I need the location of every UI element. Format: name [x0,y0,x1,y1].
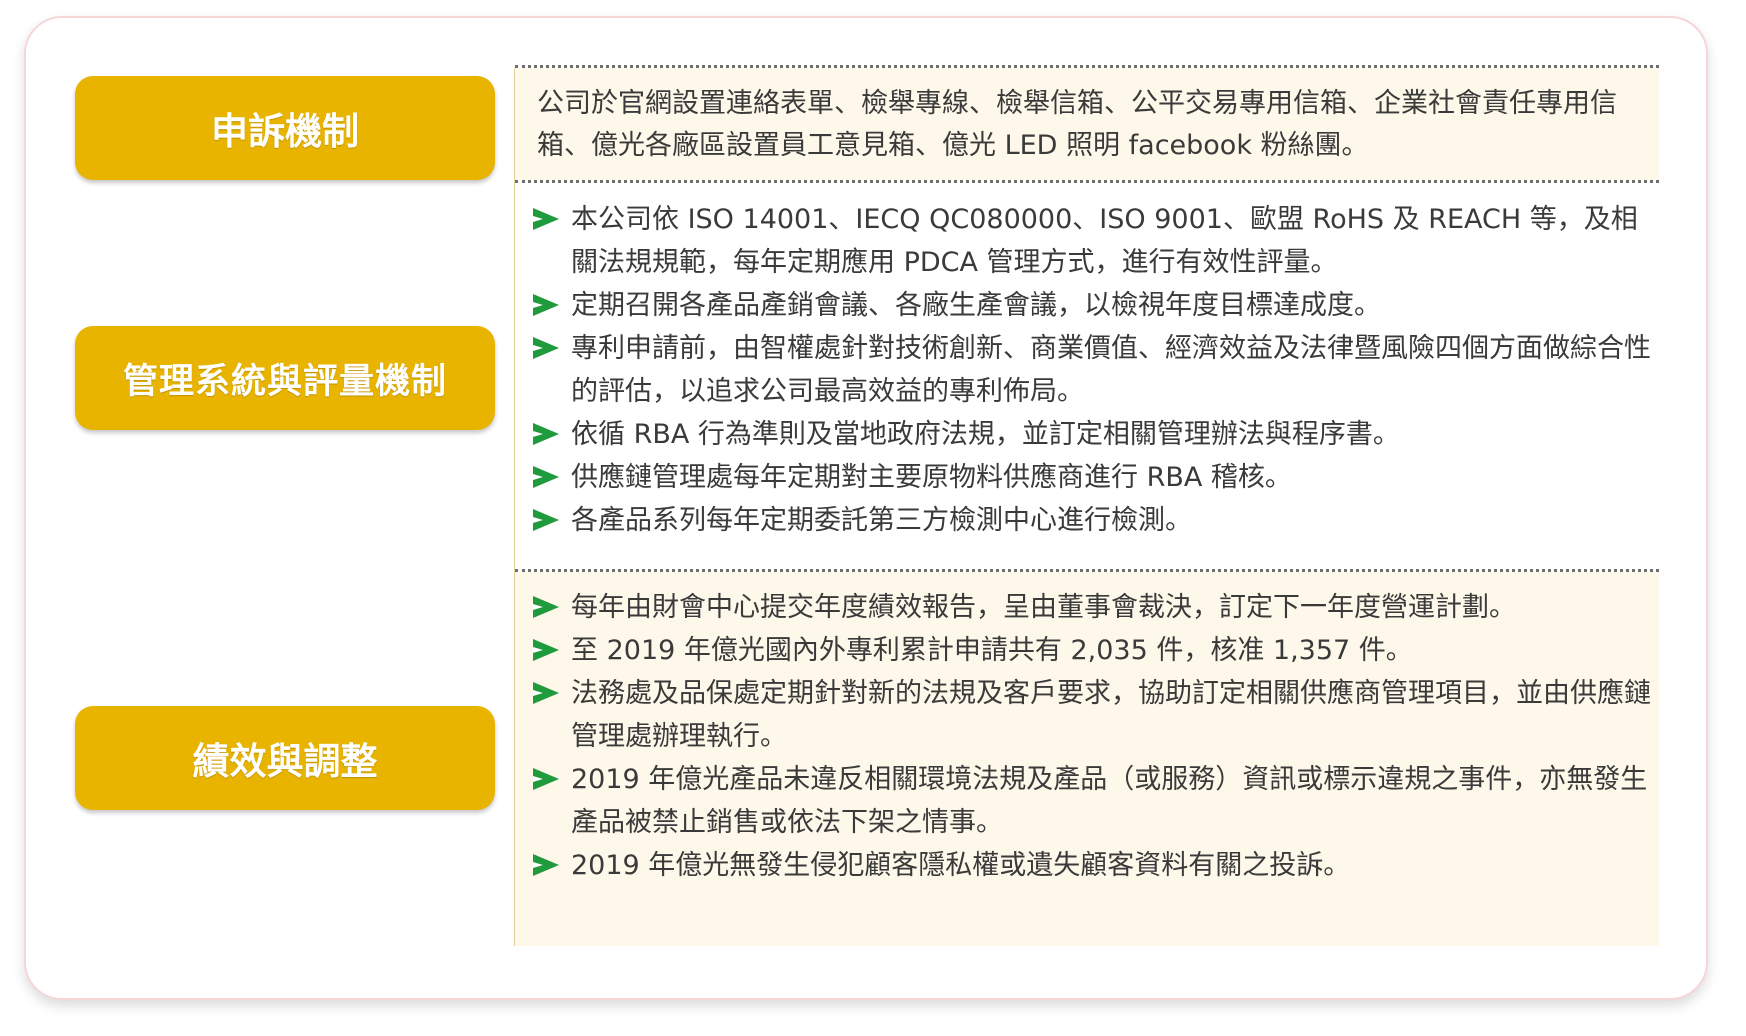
section-label-performance: 績效與調整 [75,706,495,810]
section-grievance-body: 公司於官網設置連絡表單、檢舉專線、檢舉信箱、公平交易專用信箱、企業社會責任專用信… [515,68,1659,180]
list-item: 定期召開各產品產銷會議、各廠生產會議，以檢視年度目標達成度。 [533,284,1653,327]
list-item-text: 至 2019 年億光國內外專利累計申請共有 2,035 件，核准 1,357 件… [571,635,1413,666]
list-item: 至 2019 年億光國內外專利累計申請共有 2,035 件，核准 1,357 件… [533,629,1653,672]
list-item-text: 本公司依 ISO 14001、IECQ QC080000、ISO 9001、歐盟… [571,204,1638,278]
list-item-text: 專利申請前，由智權處針對技術創新、商業價值、經濟效益及法律暨風險四個方面做綜合性… [571,333,1651,407]
list-item: 本公司依 ISO 14001、IECQ QC080000、ISO 9001、歐盟… [533,198,1653,284]
green-arrow-bullet-icon [533,639,559,661]
list-item-text: 2019 年億光產品未違反相關環境法規及產品（或服務）資訊或標示違規之事件，亦無… [571,764,1648,838]
content-column: 公司於官網設置連絡表單、檢舉專線、檢舉信箱、公平交易專用信箱、企業社會責任專用信… [514,65,1659,946]
green-arrow-bullet-icon [533,466,559,488]
list-item: 法務處及品保處定期針對新的法規及客戶要求，協助訂定相關供應商管理項目，並由供應鏈… [533,672,1653,758]
list-item: 每年由財會中心提交年度績效報告，呈由董事會裁決，訂定下一年度營運計劃。 [533,586,1653,629]
list-item-text: 每年由財會中心提交年度績效報告，呈由董事會裁決，訂定下一年度營運計劃。 [571,592,1516,623]
green-arrow-bullet-icon [533,768,559,790]
section-paragraph: 公司於官網設置連絡表單、檢舉專線、檢舉信箱、公平交易專用信箱、企業社會責任專用信… [537,88,1617,161]
green-arrow-bullet-icon [533,337,559,359]
section-label-grievance: 申訴機制 [75,76,495,180]
list-item-text: 各產品系列每年定期委託第三方檢測中心進行檢測。 [571,505,1192,536]
list-item-text: 依循 RBA 行為準則及當地政府法規，並訂定相關管理辦法與程序書。 [571,419,1400,450]
list-item-text: 2019 年億光無發生侵犯顧客隱私權或遺失顧客資料有關之投訴。 [571,850,1351,881]
green-arrow-bullet-icon [533,509,559,531]
green-arrow-bullet-icon [533,208,559,230]
section-label-management-system: 管理系統與評量機制 [75,326,495,430]
green-arrow-bullet-icon [533,294,559,316]
green-arrow-bullet-icon [533,682,559,704]
green-arrow-bullet-icon [533,423,559,445]
green-arrow-bullet-icon [533,596,559,618]
bullet-list: 每年由財會中心提交年度績效報告，呈由董事會裁決，訂定下一年度營運計劃。 至 20… [533,586,1653,887]
list-item-text: 法務處及品保處定期針對新的法規及客戶要求，協助訂定相關供應商管理項目，並由供應鏈… [571,678,1651,752]
list-item: 各產品系列每年定期委託第三方檢測中心進行檢測。 [533,499,1653,542]
section-performance-body: 每年由財會中心提交年度績效報告，呈由董事會裁決，訂定下一年度營運計劃。 至 20… [515,572,1659,946]
list-item-text: 定期召開各產品產銷會議、各廠生產會議，以檢視年度目標達成度。 [571,290,1381,321]
section-label-text: 績效與調整 [192,740,378,783]
list-item: 依循 RBA 行為準則及當地政府法規，並訂定相關管理辦法與程序書。 [533,413,1653,456]
list-item-text: 供應鏈管理處每年定期對主要原物料供應商進行 RBA 稽核。 [571,462,1292,493]
section-label-text: 申訴機制 [211,110,359,153]
bullet-list: 本公司依 ISO 14001、IECQ QC080000、ISO 9001、歐盟… [533,198,1653,542]
list-item: 2019 年億光無發生侵犯顧客隱私權或遺失顧客資料有關之投訴。 [533,844,1653,887]
section-label-text: 管理系統與評量機制 [122,361,447,402]
section-management-system-body: 本公司依 ISO 14001、IECQ QC080000、ISO 9001、歐盟… [515,183,1659,569]
list-item: 專利申請前，由智權處針對技術創新、商業價值、經濟效益及法律暨風險四個方面做綜合性… [533,327,1653,413]
list-item: 2019 年億光產品未違反相關環境法規及產品（或服務）資訊或標示違規之事件，亦無… [533,758,1653,844]
green-arrow-bullet-icon [533,854,559,876]
list-item: 供應鏈管理處每年定期對主要原物料供應商進行 RBA 稽核。 [533,456,1653,499]
